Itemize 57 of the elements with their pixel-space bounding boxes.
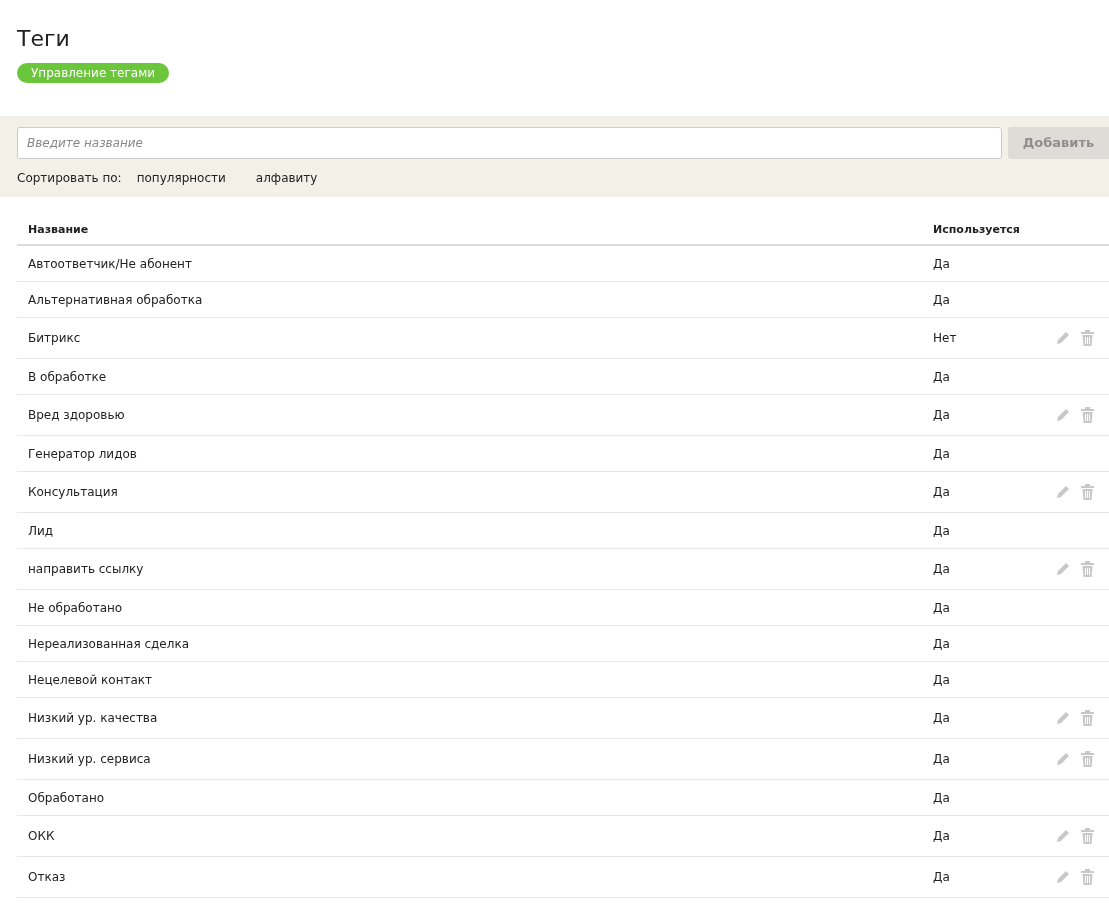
- tag-name-cell-text: Вред здоровью: [27, 407, 126, 424]
- edit-icon[interactable]: [1055, 751, 1071, 767]
- delete-icon[interactable]: [1081, 869, 1094, 885]
- tag-name-cell-text: Нецелевой контакт: [27, 671, 154, 689]
- tag-name-cell-text: Низкий ур. качества: [27, 710, 159, 727]
- usage-cell-text: Нет: [933, 330, 958, 347]
- tag-name-cell-text: Автоответчик/Не абонент: [27, 255, 193, 273]
- usage-cell-text: Да: [933, 751, 951, 768]
- edit-icon[interactable]: [1055, 710, 1071, 726]
- delete-icon[interactable]: [1081, 407, 1094, 423]
- usage-cell-text: Да: [933, 561, 951, 578]
- sort-option-link[interactable]: популярности: [136, 169, 226, 187]
- tag-name-cell-text: Обработано: [27, 789, 106, 807]
- edit-icon[interactable]: [1055, 330, 1071, 346]
- delete-icon[interactable]: [1081, 828, 1094, 844]
- tag-name-cell-text: Генератор лидов: [27, 445, 138, 463]
- tag-name-cell-text: Альтернативная обработка: [27, 291, 204, 309]
- delete-icon[interactable]: [1081, 710, 1094, 726]
- usage-cell-text: Да: [933, 522, 951, 540]
- page-title: Теги: [17, 25, 71, 53]
- delete-icon[interactable]: [1081, 330, 1094, 346]
- tag-name-cell-text: ОКК: [27, 828, 56, 845]
- delete-icon[interactable]: [1081, 484, 1094, 500]
- tag-name-cell-text: Лид: [27, 522, 55, 540]
- usage-cell-text: Да: [933, 368, 951, 386]
- edit-icon[interactable]: [1055, 828, 1071, 844]
- tag-name-cell-text: Не обработано: [27, 599, 124, 617]
- edit-icon[interactable]: [1055, 869, 1071, 885]
- tag-name-cell-text: направить ссылку: [27, 561, 145, 578]
- usage-cell-text: Да: [933, 828, 951, 845]
- sort-option-link[interactable]: алфавиту: [255, 169, 318, 187]
- usage-cell-text: Да: [933, 869, 951, 886]
- edit-icon[interactable]: [1055, 484, 1071, 500]
- tag-name-cell-text: Нереализованная сделка: [27, 635, 190, 653]
- usage-cell-text: Да: [933, 484, 951, 501]
- usage-cell-text: Да: [933, 407, 951, 424]
- column-header: Используется: [933, 222, 1020, 238]
- delete-icon[interactable]: [1081, 751, 1094, 767]
- tag-name-cell-text: Отказ: [27, 869, 67, 886]
- usage-cell-text: Да: [933, 445, 951, 463]
- sort-label: Сортировать по:: [17, 170, 122, 187]
- tag-name-cell-text: Битрикс: [27, 330, 82, 347]
- usage-cell-text: Да: [933, 710, 951, 727]
- tag-name-cell-text: Низкий ур. сервиса: [27, 751, 152, 768]
- usage-cell-text: Да: [933, 635, 951, 653]
- usage-cell-text: Да: [933, 671, 951, 689]
- usage-cell-text: Да: [933, 291, 951, 309]
- edit-icon[interactable]: [1055, 561, 1071, 577]
- column-header: Название: [27, 222, 90, 238]
- usage-cell-text: Да: [933, 789, 951, 807]
- tag-name-cell-text: Консультация: [27, 484, 119, 501]
- usage-cell-text: Да: [933, 255, 951, 273]
- edit-icon[interactable]: [1055, 407, 1071, 423]
- tag-name-field[interactable]: Введите название: [17, 127, 1002, 159]
- delete-icon[interactable]: [1081, 561, 1094, 577]
- usage-cell-text: Да: [933, 599, 951, 617]
- tag-name-cell-text: В обработке: [27, 368, 108, 386]
